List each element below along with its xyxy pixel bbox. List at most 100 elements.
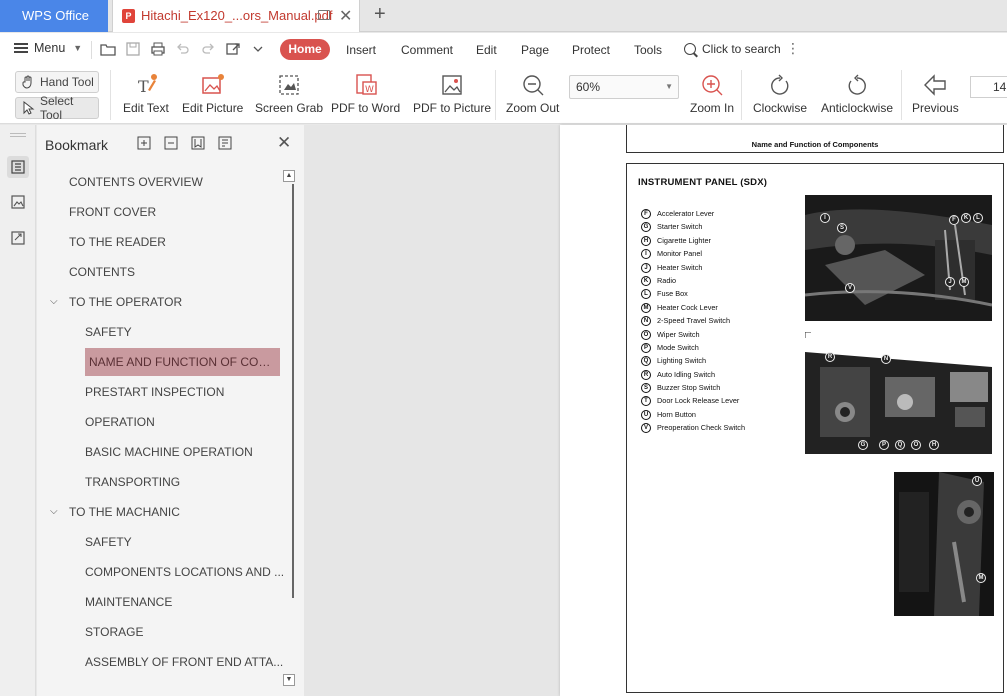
callout-marker: M: [976, 573, 986, 583]
legend-label: 2-Speed Travel Switch: [657, 316, 731, 326]
bookmark-item[interactable]: NAME AND FUNCTION OF COMP...: [85, 348, 280, 376]
clockwise-button[interactable]: Clockwise: [753, 72, 807, 115]
print-icon[interactable]: [150, 41, 166, 57]
zoom-out-button[interactable]: Zoom Out: [506, 72, 559, 115]
legend-label: Fuse Box: [657, 289, 688, 299]
hand-tool-button[interactable]: Hand Tool: [15, 71, 99, 93]
wps-window: WPS Office P Hitachi_Ex120_...ors_Manual…: [0, 0, 1007, 696]
menu-protect[interactable]: Protect: [572, 43, 610, 57]
bookmark-item[interactable]: COMPONENTS LOCATIONS AND ...: [85, 557, 295, 587]
pdf-to-word-button[interactable]: W PDF to Word: [331, 72, 400, 115]
legend-label: Monitor Panel: [657, 249, 703, 259]
bookmark-item[interactable]: OPERATION: [85, 407, 295, 437]
scroll-thumb[interactable]: [284, 184, 294, 598]
menu-edit[interactable]: Edit: [476, 43, 497, 57]
open-folder-icon[interactable]: [100, 41, 116, 57]
legend-key: M: [641, 302, 651, 313]
legend-label: Cigarette Lighter: [657, 235, 711, 245]
bookmark-item[interactable]: FRONT COVER: [69, 197, 279, 227]
zoom-level-select[interactable]: 60% ▼: [569, 75, 679, 99]
more-options-icon[interactable]: ⋮: [786, 40, 800, 57]
new-tab-icon[interactable]: +: [374, 3, 386, 26]
zoom-in-button[interactable]: Zoom In: [690, 72, 734, 115]
drag-handle[interactable]: [10, 133, 26, 137]
undo-icon[interactable]: [175, 41, 191, 57]
menu-comment[interactable]: Comment: [401, 43, 453, 57]
bookmark-scrollbar[interactable]: ▲ ▼: [283, 170, 295, 690]
legend-label: Heater Switch: [657, 262, 703, 272]
document-viewport[interactable]: Name and Function of Components INSTRUME…: [304, 125, 1007, 696]
callout-marker: V: [845, 283, 855, 293]
menu-tools[interactable]: Tools: [634, 43, 662, 57]
menu-home[interactable]: Home: [280, 39, 330, 60]
legend-key: Q: [641, 356, 651, 367]
thumbnail-panel-icon[interactable]: [7, 191, 29, 213]
bookmark-item[interactable]: STORAGE: [85, 617, 295, 647]
callout-marker: K: [961, 213, 971, 223]
scroll-up-icon[interactable]: ▲: [283, 170, 295, 182]
chevron-down-icon: ▼: [665, 82, 673, 91]
close-panel-icon[interactable]: ✕: [277, 133, 291, 153]
tab-document[interactable]: P Hitachi_Ex120_...ors_Manual.pdf ✕: [112, 0, 360, 32]
legend-key: G: [641, 222, 651, 233]
clockwise-label: Clockwise: [753, 101, 808, 115]
legend-key: N: [641, 316, 651, 327]
menu-page[interactable]: Page: [521, 43, 549, 57]
dropdown-icon[interactable]: [250, 41, 266, 57]
legend-key: J: [641, 262, 651, 273]
quick-access-toolbar: [100, 41, 266, 57]
legend-key: S: [641, 383, 651, 394]
edit-text-button[interactable]: T Edit Text: [123, 72, 169, 115]
search-icon: [684, 43, 696, 55]
add-bookmark-icon[interactable]: [191, 136, 205, 150]
search-button[interactable]: Click to search: [684, 42, 781, 56]
bookmark-options-icon[interactable]: [218, 136, 232, 150]
tab-wps-office[interactable]: WPS Office: [0, 0, 108, 32]
screen-grab-icon: [276, 72, 302, 98]
redo-icon[interactable]: [200, 41, 216, 57]
cursor-icon: [21, 100, 35, 115]
attachment-panel-icon[interactable]: [7, 227, 29, 249]
bookmark-item[interactable]: TO THE MACHANIC: [69, 497, 279, 527]
select-tool-button[interactable]: Select Tool: [15, 94, 99, 122]
legend-key: T: [641, 396, 651, 407]
close-tab-icon[interactable]: ✕: [339, 6, 352, 26]
callout-marker: I: [820, 213, 830, 223]
bookmark-panel-icon[interactable]: [7, 156, 29, 178]
screen-grab-button[interactable]: Screen Grab: [255, 72, 323, 115]
anticlockwise-button[interactable]: Anticlockwise: [821, 72, 893, 115]
previous-label: Previous: [912, 101, 959, 115]
bookmark-item[interactable]: TO THE OPERATOR: [69, 287, 279, 317]
bookmark-item[interactable]: TO THE READER: [69, 227, 279, 257]
pdf-to-picture-button[interactable]: PDF to Picture: [413, 72, 491, 115]
previous-page-button[interactable]: Previous: [912, 72, 959, 115]
menu-insert[interactable]: Insert: [346, 43, 376, 57]
menu-button[interactable]: Menu ▼: [14, 41, 82, 55]
scroll-down-icon[interactable]: ▼: [283, 674, 295, 686]
bookmark-item[interactable]: SAFETY: [85, 317, 295, 347]
callout-marker: N: [881, 354, 891, 364]
chevron-down-icon[interactable]: ⌵: [50, 497, 62, 527]
zoom-level-value: 60%: [576, 80, 601, 94]
bookmark-item[interactable]: PRESTART INSPECTION: [85, 377, 295, 407]
edit-picture-button[interactable]: Edit Picture: [182, 72, 243, 115]
bookmark-item[interactable]: BASIC MACHINE OPERATION: [85, 437, 295, 467]
bookmark-item[interactable]: CONTENTS OVERVIEW: [69, 167, 279, 197]
bookmark-item[interactable]: ASSEMBLY OF FRONT END ATTA...: [85, 647, 295, 677]
bookmark-item[interactable]: CONTENTS: [69, 257, 279, 287]
callout-marker: H: [929, 440, 939, 450]
bookmark-item[interactable]: TRANSPORTING: [85, 467, 295, 497]
window-mode-icon[interactable]: [318, 10, 330, 20]
chevron-down-icon[interactable]: ⌵: [50, 287, 62, 317]
bookmark-item[interactable]: SAFETY: [85, 527, 295, 557]
export-icon[interactable]: [225, 41, 241, 57]
callout-marker: P: [879, 440, 889, 450]
collapse-all-icon[interactable]: [164, 136, 178, 150]
page-number-input[interactable]: 14: [970, 76, 1007, 98]
divider: [901, 70, 902, 120]
save-icon[interactable]: [125, 41, 141, 57]
section-title: INSTRUMENT PANEL (SDX): [638, 177, 768, 188]
callout-marker: S: [837, 223, 847, 233]
expand-all-icon[interactable]: [137, 136, 151, 150]
bookmark-item[interactable]: MAINTENANCE: [85, 587, 295, 617]
